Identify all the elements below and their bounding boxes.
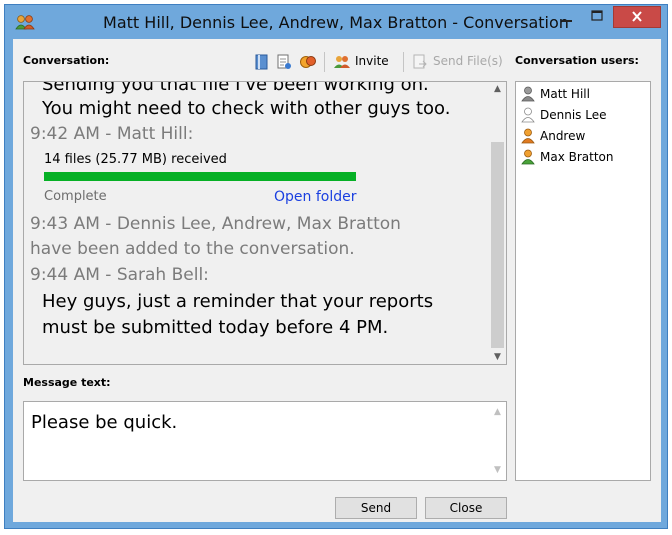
toolbar-separator: [324, 52, 325, 72]
maximize-button[interactable]: [583, 6, 611, 28]
send-files-label: Send File(s): [433, 54, 503, 68]
window-client-area: Conversation: Invite Send File(s) Sendin…: [13, 39, 661, 522]
scroll-up-icon[interactable]: ▲: [489, 82, 506, 96]
message-text: must be submitted today before 4 PM.: [42, 317, 389, 338]
file-transfer-text: 14 files (25.77 MB) received: [44, 152, 227, 167]
scroll-down-icon[interactable]: ▼: [489, 350, 506, 364]
system-message: have been added to the conversation.: [30, 239, 355, 259]
send-button[interactable]: Send: [335, 497, 417, 519]
user-item[interactable]: Max Bratton: [521, 149, 614, 167]
progress-fill: [44, 172, 356, 181]
toolbar-separator: [403, 52, 404, 72]
message-scrollbar[interactable]: ▲ ▼: [489, 402, 506, 480]
user-item[interactable]: Matt Hill: [521, 86, 590, 104]
open-folder-link[interactable]: Open folder: [274, 189, 356, 205]
conversation-scrollbar[interactable]: ▲ ▼: [489, 82, 506, 364]
user-name: Matt Hill: [540, 87, 590, 101]
send-file-icon: [413, 54, 427, 69]
scroll-down-icon[interactable]: ▼: [489, 463, 506, 477]
conversation-history[interactable]: Sending you that file I've been working …: [23, 81, 507, 365]
history-book-icon[interactable]: [253, 53, 271, 71]
message-partial-line: Sending you that file I've been working …: [42, 81, 429, 95]
close-button[interactable]: Close: [425, 497, 507, 519]
message-input-value: Please be quick.: [31, 412, 178, 433]
invite-label: Invite: [355, 54, 389, 68]
scrollbar-thumb[interactable]: [491, 142, 504, 348]
message-text: You might need to check with other guys …: [42, 98, 451, 119]
user-orange-icon: [521, 128, 535, 144]
conversation-window: Matt Hill, Dennis Lee, Andrew, Max Bratt…: [4, 4, 668, 529]
conversation-users-label: Conversation users:: [515, 54, 639, 67]
message-meta: 9:42 AM - Matt Hill:: [30, 124, 194, 144]
message-input[interactable]: Please be quick. ▲ ▼: [23, 401, 507, 481]
message-text: Hey guys, just a reminder that your repo…: [42, 291, 434, 312]
maximize-icon: [591, 10, 603, 21]
user-name: Dennis Lee: [540, 108, 607, 122]
user-item[interactable]: Andrew: [521, 128, 585, 146]
user-gray-icon: [521, 86, 535, 102]
minimize-icon: [562, 20, 572, 22]
user-name: Andrew: [540, 129, 586, 143]
scroll-up-icon[interactable]: ▲: [489, 405, 506, 419]
user-item[interactable]: Dennis Lee: [521, 107, 606, 125]
invite-button[interactable]: Invite: [331, 51, 397, 73]
send-files-button[interactable]: Send File(s): [409, 51, 505, 73]
file-transfer-progress: [44, 172, 356, 181]
message-meta: 9:44 AM - Sarah Bell:: [30, 265, 209, 285]
file-transfer-status: Complete: [44, 189, 107, 204]
minimize-button[interactable]: [553, 6, 581, 28]
title-bar: Matt Hill, Dennis Lee, Andrew, Max Bratt…: [5, 5, 667, 39]
system-message: 9:43 AM - Dennis Lee, Andrew, Max Bratto…: [30, 214, 401, 234]
invite-users-icon: [334, 56, 350, 68]
conversation-label: Conversation:: [23, 54, 110, 67]
user-name: Max Bratton: [540, 150, 614, 164]
user-orange-green-icon: [521, 149, 535, 165]
close-icon: [632, 11, 642, 22]
user-offline-icon: [521, 107, 535, 123]
emoticons-icon[interactable]: [299, 53, 317, 71]
conversation-users-list[interactable]: Matt Hill Dennis Lee Andrew Max Bratton: [515, 81, 651, 481]
document-info-icon[interactable]: [275, 53, 293, 71]
close-window-button[interactable]: [613, 6, 661, 28]
message-text-label: Message text:: [23, 376, 111, 389]
